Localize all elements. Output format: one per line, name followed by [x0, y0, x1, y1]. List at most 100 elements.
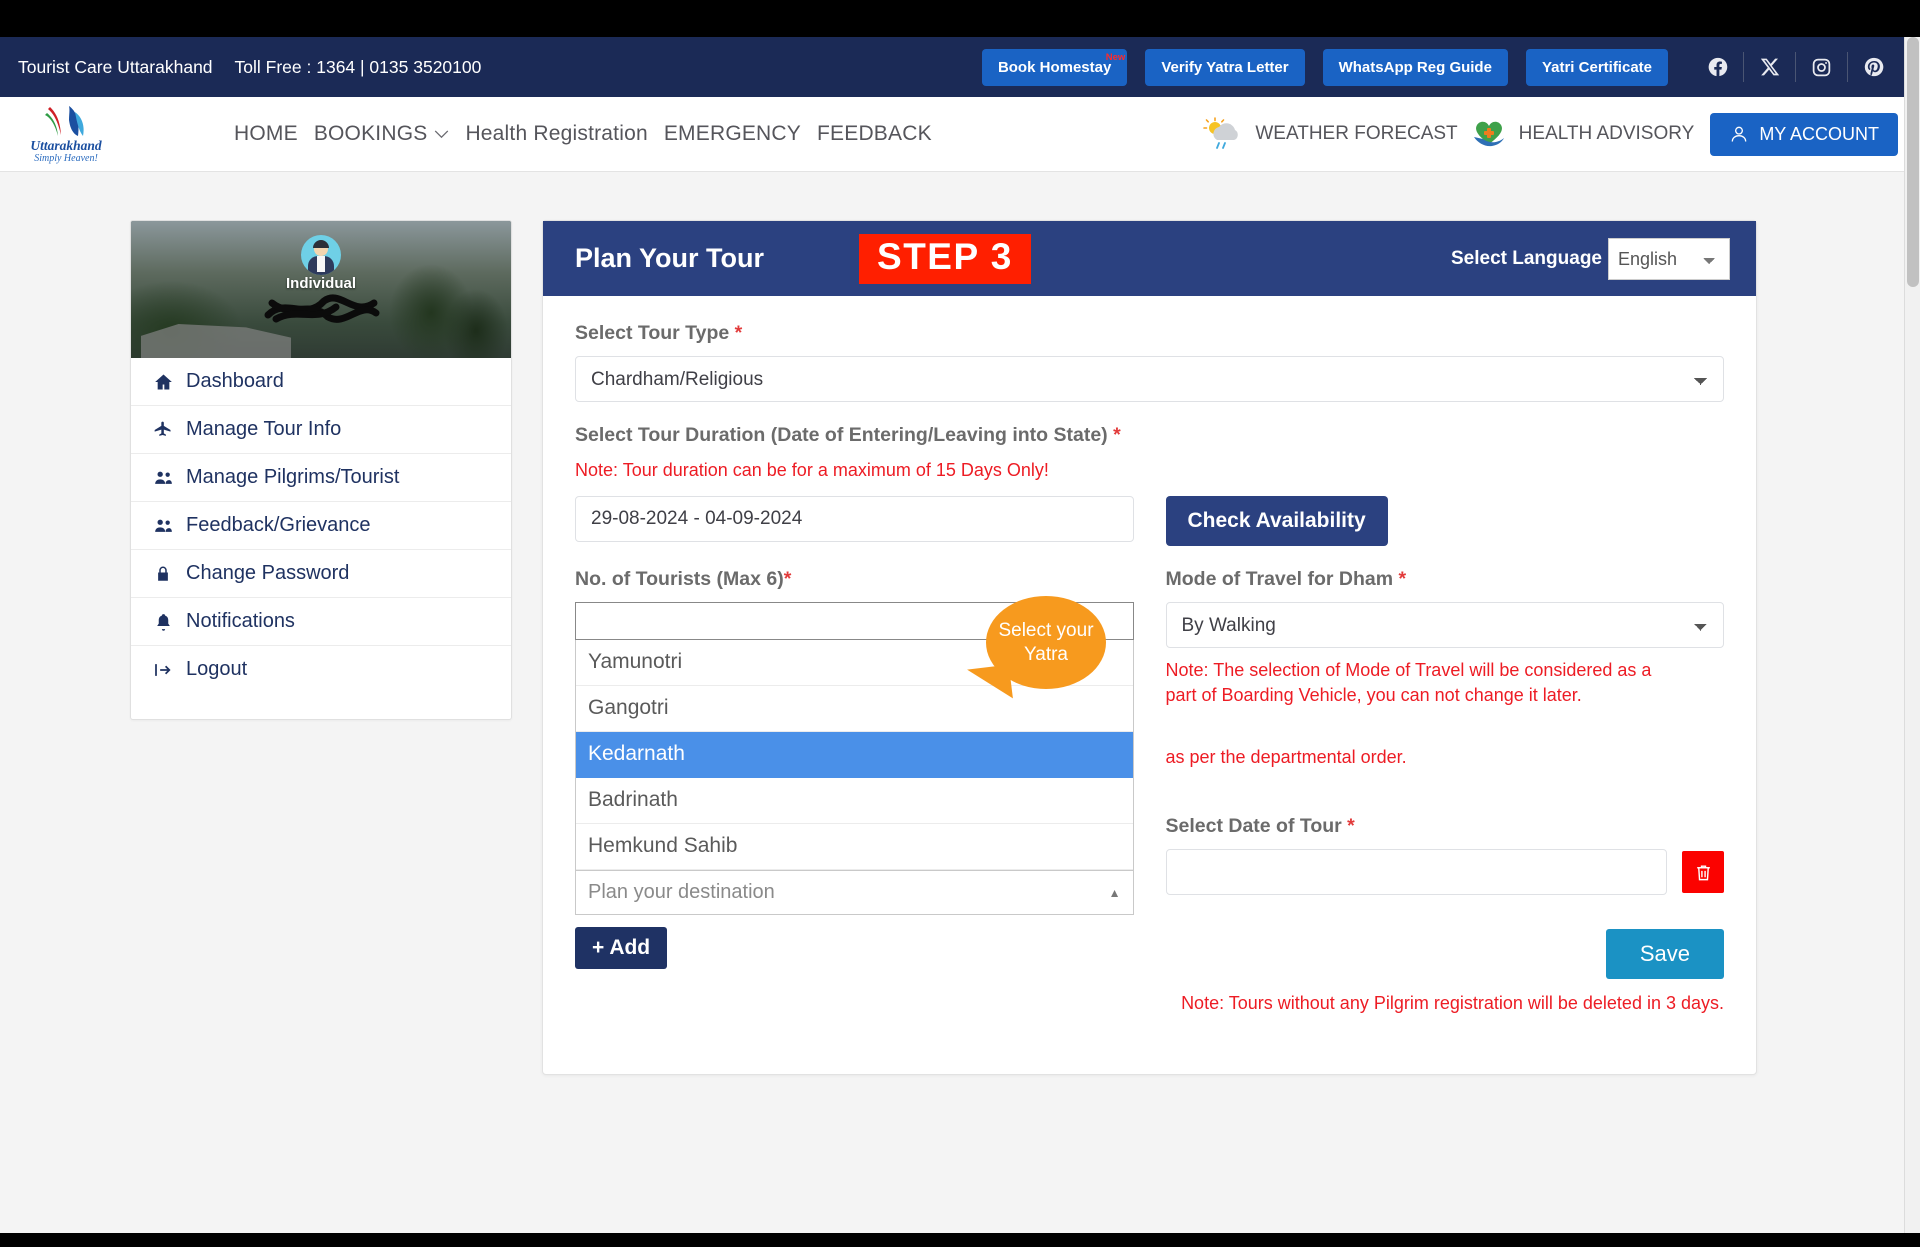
tour-duration-label: Select Tour Duration (Date of Entering/L…	[575, 424, 1724, 447]
nav-item-home[interactable]: HOME	[234, 122, 298, 146]
my-account-label: MY ACCOUNT	[1759, 124, 1879, 145]
date-of-tour-label: Select Date of Tour *	[1166, 815, 1725, 838]
tour-duration-input[interactable]	[575, 496, 1134, 542]
mode-of-travel-label-text: Mode of Travel for Dham	[1166, 568, 1394, 590]
sidebar-item-label: Logout	[186, 658, 247, 681]
sidebar-item-label: Change Password	[186, 562, 349, 585]
tour-duration-label-text: Select Tour Duration (Date of Entering/L…	[575, 424, 1108, 446]
mode-of-travel-select[interactable]: By Walking	[1166, 602, 1725, 648]
tour-duration-note: Note: Tour duration can be for a maximum…	[575, 458, 1724, 482]
weather-forecast-link[interactable]: WEATHER FORECAST	[1200, 117, 1457, 151]
nav-right-group: WEATHER FORECAST HEALTH ADVISORY MY ACCO…	[1200, 113, 1898, 156]
tour-type-label-text: Select Tour Type	[575, 322, 729, 344]
weather-icon	[1200, 117, 1246, 151]
destination-select-toggle[interactable]: Plan your destination ▲	[575, 870, 1134, 915]
save-button[interactable]: Save	[1606, 929, 1724, 979]
nav-item-emergency[interactable]: EMERGENCY	[664, 122, 801, 146]
destination-option-gangotri[interactable]: Gangotri	[576, 686, 1133, 732]
my-account-button[interactable]: MY ACCOUNT	[1710, 113, 1898, 156]
x-twitter-icon[interactable]	[1744, 52, 1796, 82]
sidebar-item-label: Feedback/Grievance	[186, 514, 371, 537]
sidebar-menu: Dashboard Manage Tour Info Manage Pilgri…	[131, 358, 511, 693]
sidebar-item-logout[interactable]: Logout	[131, 646, 511, 693]
sidebar-item-dashboard[interactable]: Dashboard	[131, 358, 511, 406]
user-icon	[1729, 124, 1749, 144]
health-advisory-icon	[1468, 117, 1510, 151]
mode-note-line-1: Note: The selection of Mode of Travel wi…	[1166, 658, 1725, 682]
redacted-username	[262, 293, 380, 325]
whatsapp-reg-guide-button[interactable]: WhatsApp Reg Guide	[1323, 49, 1508, 86]
nav-item-bookings[interactable]: BOOKINGS	[314, 122, 450, 146]
bell-icon	[151, 612, 175, 632]
callout-text: Select your Yatra	[986, 619, 1106, 667]
topbar-left-group: Tourist Care Uttarakhand Toll Free : 136…	[18, 57, 481, 78]
check-availability-button[interactable]: Check Availability	[1166, 496, 1388, 546]
avatar	[301, 235, 341, 275]
site-name: Tourist Care Uttarakhand	[18, 57, 213, 78]
mode-of-travel-label: Mode of Travel for Dham *	[1166, 568, 1725, 591]
required-asterisk: *	[784, 568, 792, 590]
language-select[interactable]: English	[1608, 238, 1730, 280]
required-asterisk: *	[1342, 815, 1355, 837]
home-icon	[151, 372, 175, 392]
sidebar-item-manage-pilgrims[interactable]: Manage Pilgrims/Tourist	[131, 454, 511, 502]
lock-icon	[151, 564, 175, 584]
mode-note-line-2: part of Boarding Vehicle, you can not ch…	[1166, 683, 1725, 707]
topbar-right-group: Book HomestayNew Verify Yatra Letter Wha…	[982, 49, 1900, 86]
trash-icon	[1694, 862, 1713, 883]
required-asterisk: *	[729, 322, 742, 344]
language-selector-group: Select Language English	[1451, 238, 1730, 280]
sidebar-item-change-password[interactable]: Change Password	[131, 550, 511, 598]
toll-free-number: Toll Free : 1364 | 0135 3520100	[235, 57, 482, 78]
nav-item-bookings-label: BOOKINGS	[314, 122, 428, 146]
tour-type-label: Select Tour Type *	[575, 322, 1724, 345]
pinterest-icon[interactable]	[1848, 52, 1900, 82]
sidebar-profile-header: Individual	[131, 221, 511, 358]
uttarakhand-logo[interactable]: Uttarakhand Simply Heaven!	[20, 104, 112, 165]
main-navigation-bar: Uttarakhand Simply Heaven! HOME BOOKINGS…	[0, 97, 1920, 172]
logo-mark-icon	[40, 104, 92, 138]
sidebar-item-manage-tour-info[interactable]: Manage Tour Info	[131, 406, 511, 454]
destination-option-badrinath[interactable]: Badrinath	[576, 778, 1133, 824]
delete-row-button[interactable]	[1682, 851, 1724, 893]
tourists-label: No. of Tourists (Max 6)*	[575, 568, 1134, 591]
destination-option-kedarnath[interactable]: Kedarnath	[576, 732, 1133, 778]
facebook-icon[interactable]	[1692, 52, 1744, 82]
new-badge: New	[1106, 52, 1126, 63]
destination-placeholder-text: Plan your destination	[588, 881, 775, 904]
tour-type-select[interactable]: Chardham/Religious	[575, 356, 1724, 402]
step-badge: STEP 3	[859, 234, 1031, 284]
profile-type-label: Individual	[131, 275, 511, 292]
verify-yatra-letter-button[interactable]: Verify Yatra Letter	[1145, 49, 1304, 86]
card-header: Plan Your Tour STEP 3 Select Language En…	[543, 221, 1756, 296]
plane-icon	[151, 420, 175, 440]
add-button[interactable]: + Add	[575, 927, 667, 969]
nav-item-health-registration[interactable]: Health Registration	[465, 122, 647, 146]
book-homestay-button[interactable]: Book HomestayNew	[982, 49, 1127, 86]
save-row: Save	[1166, 929, 1725, 979]
required-asterisk: *	[1108, 424, 1121, 446]
sidebar-item-notifications[interactable]: Notifications	[131, 598, 511, 646]
chevron-up-icon: ▲	[1109, 886, 1121, 900]
destination-option-hemkund-sahib[interactable]: Hemkund Sahib	[576, 824, 1133, 870]
plan-your-tour-card: Plan Your Tour STEP 3 Select Language En…	[542, 220, 1757, 1075]
page-scrollbar[interactable]	[1904, 37, 1920, 1233]
yatri-certificate-button[interactable]: Yatri Certificate	[1526, 49, 1668, 86]
sidebar-item-feedback-grievance[interactable]: Feedback/Grievance	[131, 502, 511, 550]
date-of-tour-input[interactable]	[1166, 849, 1668, 895]
browser-viewport: Tourist Care Uttarakhand Toll Free : 136…	[0, 37, 1920, 1233]
sidebar: Individual Dashboard	[130, 220, 512, 720]
users-icon	[151, 516, 175, 536]
nav-item-feedback[interactable]: FEEDBACK	[817, 122, 932, 146]
mode-of-travel-column: Mode of Travel for Dham * By Walking Not…	[1166, 568, 1725, 1014]
scrollbar-thumb[interactable]	[1907, 37, 1919, 287]
chevron-down-icon	[434, 130, 449, 139]
screen-root: Tourist Care Uttarakhand Toll Free : 136…	[0, 0, 1920, 1247]
select-your-yatra-callout: Select your Yatra	[986, 596, 1106, 689]
mode-of-travel-note: Note: The selection of Mode of Travel wi…	[1166, 658, 1725, 769]
tourists-label-text: No. of Tourists (Max 6)	[575, 568, 784, 590]
instagram-icon[interactable]	[1796, 52, 1848, 82]
nav-links: HOME BOOKINGS Health Registration EMERGE…	[234, 122, 932, 146]
logout-icon	[151, 660, 175, 680]
health-advisory-link[interactable]: HEALTH ADVISORY	[1468, 117, 1695, 151]
